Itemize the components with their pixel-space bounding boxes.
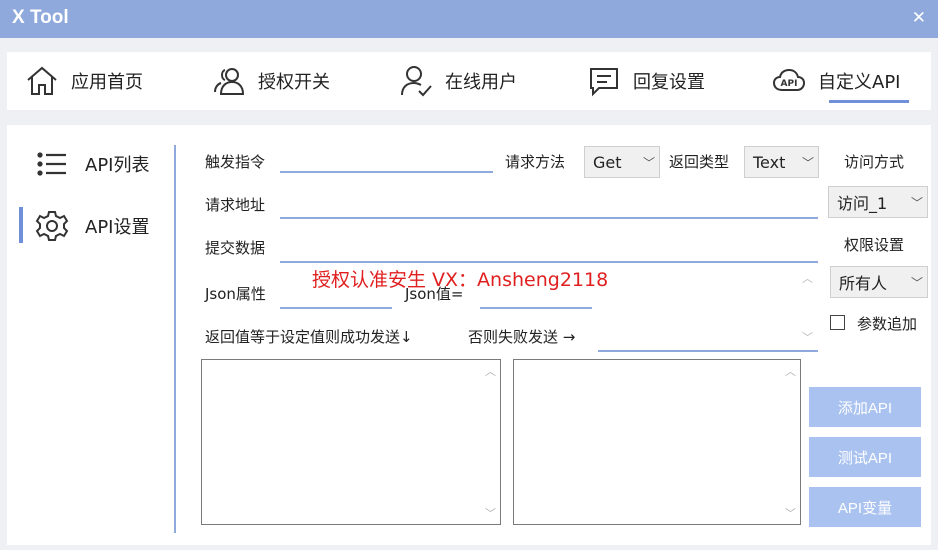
url-field[interactable] — [280, 195, 818, 219]
nav-item-auth[interactable]: 授权开关 — [212, 52, 330, 110]
permission-label: 权限设置 — [844, 236, 905, 254]
scroll-down-icon[interactable]: ﹀ — [802, 329, 813, 345]
api-icon: API — [772, 68, 806, 91]
trigger-label: 触发指令 — [205, 153, 266, 171]
access-mode-value: 访问_1 — [837, 194, 888, 213]
active-tab-indicator — [829, 100, 909, 103]
param-append-label: 参数追加 — [857, 315, 918, 333]
users-icon — [214, 68, 245, 95]
chevron-down-icon: ﹀ — [910, 195, 923, 210]
chevron-down-icon: ﹀ — [801, 155, 814, 170]
method-label: 请求方法 — [505, 153, 566, 171]
add-api-button[interactable]: 添加API — [809, 387, 921, 427]
title-bar: X Tool ✕ — [0, 0, 938, 38]
fail-hint: 否则失败发送 → — [468, 328, 576, 346]
trigger-field[interactable] — [280, 149, 493, 173]
nav-label-home: 应用首页 — [71, 72, 143, 93]
home-icon — [27, 66, 57, 95]
return-type-select[interactable]: Text ﹀ — [744, 146, 819, 178]
return-type-value: Text — [753, 152, 786, 172]
test-api-button[interactable]: 测试API — [809, 437, 921, 477]
submit-input[interactable] — [280, 239, 818, 261]
json-attr-label: Json属性 — [205, 285, 266, 303]
svg-text:API: API — [781, 79, 798, 89]
access-mode-label: 访问方式 — [844, 153, 905, 171]
nav-item-home[interactable]: 应用首页 — [25, 52, 143, 110]
sidebar-label-api-settings: API设置 — [85, 217, 150, 238]
permission-value: 所有人 — [839, 274, 888, 293]
chevron-down-icon: ﹀ — [642, 155, 655, 170]
top-nav: 应用首页 授权开关 在线用户 回复设置 API 自定义API — [7, 52, 931, 110]
scroll-up-icon[interactable]: ︿ — [485, 363, 496, 379]
user-check-icon — [401, 66, 432, 97]
sidebar-item-api-list[interactable]: API列表 — [35, 147, 149, 181]
window-title: X Tool — [12, 7, 69, 28]
fail-textarea[interactable]: ︿ ﹀ — [513, 359, 801, 525]
sidebar-label-api-list: API列表 — [85, 155, 150, 176]
nav-label-online: 在线用户 — [445, 72, 517, 93]
fail-field[interactable] — [598, 328, 818, 352]
submit-label: 提交数据 — [205, 239, 266, 257]
scroll-down-icon[interactable]: ﹀ — [485, 505, 496, 521]
url-input[interactable] — [280, 195, 818, 217]
nav-item-online[interactable]: 在线用户 — [399, 52, 517, 110]
nav-label-reply: 回复设置 — [633, 72, 705, 93]
list-icon — [37, 152, 66, 176]
sidebar-item-api-settings[interactable]: API设置 — [35, 209, 149, 243]
nav-item-reply[interactable]: 回复设置 — [587, 52, 705, 110]
api-vars-button[interactable]: API变量 — [809, 487, 921, 527]
method-value: Get — [593, 152, 622, 172]
nav-label-custom-api: 自定义API — [818, 72, 901, 93]
scroll-up-icon[interactable]: ︿ — [785, 363, 796, 379]
close-icon[interactable]: ✕ — [912, 8, 926, 28]
watermark-text: 授权认准安生 VX：Ansheng2118 — [312, 269, 609, 291]
sidebar-active-indicator — [19, 207, 23, 243]
scroll-down-icon[interactable]: ﹀ — [785, 505, 796, 521]
sidebar-divider — [174, 145, 176, 533]
main-panel: API列表 API设置 触发指令 请求方法 Get ﹀ 返回类型 Text ﹀ … — [7, 125, 931, 545]
fail-input[interactable] — [598, 328, 818, 350]
message-icon — [590, 68, 618, 97]
param-append-checkbox[interactable] — [830, 315, 845, 330]
access-mode-select[interactable]: 访问_1 ﹀ — [828, 186, 928, 218]
permission-select[interactable]: 所有人 ﹀ — [830, 266, 928, 298]
success-textarea[interactable]: ︿ ﹀ — [201, 359, 501, 525]
scroll-up-icon[interactable]: ︿ — [802, 270, 813, 286]
nav-label-auth: 授权开关 — [258, 72, 330, 93]
success-hint: 返回值等于设定值则成功发送↓ — [205, 328, 413, 346]
submit-field[interactable] — [280, 239, 818, 263]
return-type-label: 返回类型 — [669, 153, 730, 171]
gear-icon — [35, 211, 69, 241]
trigger-input[interactable] — [280, 149, 493, 171]
url-label: 请求地址 — [205, 196, 266, 214]
method-select[interactable]: Get ﹀ — [584, 146, 660, 178]
chevron-down-icon: ﹀ — [910, 275, 923, 290]
